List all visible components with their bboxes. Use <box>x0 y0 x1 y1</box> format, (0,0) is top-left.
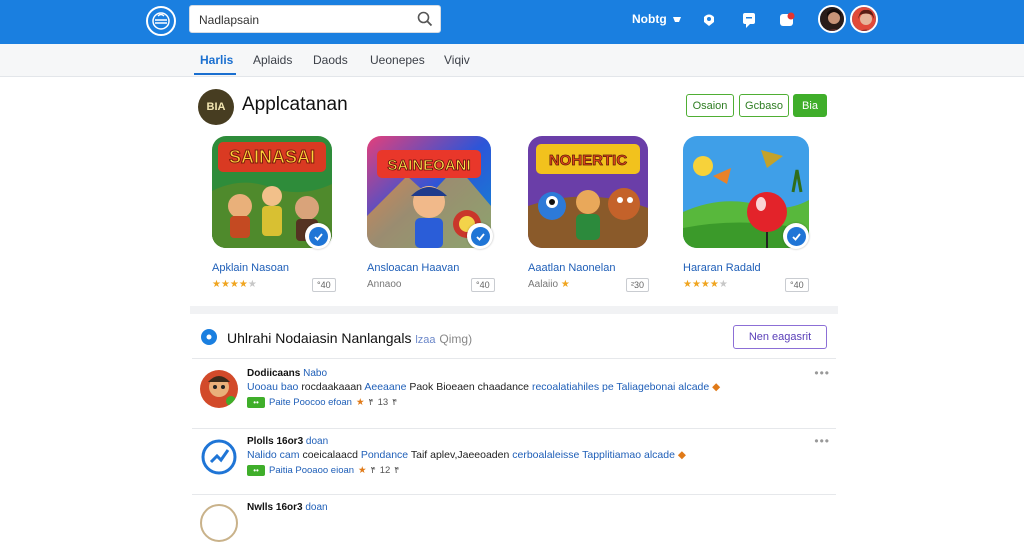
star-icon: ★ <box>358 465 367 476</box>
bia-button[interactable]: Bia <box>793 94 827 117</box>
row-title[interactable]: Nwlls 16or3 doan <box>247 502 328 513</box>
more-button[interactable]: Nen eagasrit <box>733 325 827 349</box>
app-name[interactable]: Apklain Nasoan <box>212 262 289 274</box>
search-input[interactable] <box>199 11 409 29</box>
row-description: Nalido cam coeicalaacd Pondance Taif apl… <box>247 449 686 461</box>
list-title-text: Uhlrahi Nodaiasin Nanlangals <box>227 330 412 346</box>
section-title: Applcatanan <box>242 94 348 115</box>
app-card[interactable]: SAINEOANI Ansloacan Haavan Annaoo °40 <box>367 136 527 296</box>
star-icon: ★ <box>560 279 570 290</box>
logo-icon[interactable] <box>146 6 176 36</box>
star-rating: ★★★★★ <box>683 279 728 290</box>
fire-icon: ◆ <box>712 381 721 393</box>
green-badge-icon: •• <box>247 397 265 408</box>
row-app-icon[interactable] <box>200 504 238 542</box>
app-name[interactable]: Hararan Radald <box>683 262 761 274</box>
tab-ueonepes[interactable]: Ueonepes <box>370 53 425 67</box>
more-options-icon[interactable]: ••• <box>814 434 830 448</box>
row-app-icon[interactable] <box>200 438 238 476</box>
list-title-sub: lzaa <box>415 334 436 346</box>
info-icon <box>201 329 217 345</box>
star-rating: ★★★★★ <box>212 279 257 290</box>
star-icon: ★ <box>355 397 365 408</box>
gcbaso-button[interactable]: Gcbaso <box>739 94 789 117</box>
app-name[interactable]: Ansloacan Haavan <box>367 262 459 274</box>
notification-icon[interactable] <box>776 9 798 31</box>
section-badge: BIA <box>198 89 234 125</box>
size-chip[interactable]: ²30 <box>626 278 650 292</box>
list-title: Uhlrahi Nodaiasin Nanlangals lzaa Qimg) <box>227 330 472 346</box>
row-meta: •• Paite Poocoo efoan ★ ۴ 13 ۴ <box>247 397 397 408</box>
row-divider <box>192 358 836 359</box>
rating: Aalaiio ★ <box>528 279 570 290</box>
search-box[interactable] <box>189 5 441 33</box>
app-card[interactable]: SAINASAI Apklain Nasoan ★★★★★ °40 <box>212 136 372 296</box>
tab-viqiv[interactable]: Viqiv <box>444 53 470 67</box>
nav-tabs: Harlis Aplaids Daods Ueonepes Viqiv <box>0 44 1024 77</box>
app-art-title: SAINASAI <box>229 147 315 167</box>
app-name[interactable]: Aaatlan Naonelan <box>528 262 615 274</box>
app-card[interactable]: NOHERTIC Aaatlan Naonelan Aalaiio ★ ²30 <box>528 136 688 296</box>
section-divider <box>190 306 838 314</box>
chat-icon[interactable] <box>738 9 760 31</box>
row-app-icon[interactable] <box>200 370 238 408</box>
verified-icon <box>783 223 809 249</box>
row-title[interactable]: Plolls 16or3 doan <box>247 436 328 447</box>
verified-icon <box>305 223 331 249</box>
tab-daods[interactable]: Daods <box>313 53 348 67</box>
avatar-secondary[interactable] <box>850 5 878 33</box>
bell-icon[interactable] <box>666 9 688 31</box>
share-icon[interactable] <box>698 9 720 31</box>
row-description: Uooau bao rocdaakaaan Aeeaane Paok Bioea… <box>247 381 721 393</box>
list-item[interactable]: Dodiicaans Nabo Uooau bao rocdaakaaan Ae… <box>192 360 836 426</box>
list-title-light: Qimg) <box>439 332 473 346</box>
tab-harlis[interactable]: Harlis <box>200 53 233 67</box>
search-icon[interactable] <box>417 11 433 32</box>
fire-icon: ◆ <box>677 449 686 461</box>
more-options-icon[interactable]: ••• <box>814 366 830 380</box>
app-artwork[interactable]: NOHERTIC <box>528 136 648 248</box>
list-item[interactable]: Nwlls 16or3 doan <box>192 494 836 560</box>
row-title[interactable]: Dodiicaans Nabo <box>247 368 327 379</box>
avatar[interactable] <box>818 5 846 33</box>
list-item[interactable]: Plolls 16or3 doan Nalido cam coeicalaacd… <box>192 428 836 494</box>
size-chip[interactable]: °40 <box>471 278 495 292</box>
verified-icon <box>467 223 493 249</box>
green-badge-icon: •• <box>247 465 265 476</box>
app-art-title: NOHERTIC <box>549 152 628 169</box>
row-meta: •• Paitia Pooaoo eioan ★ ۴ 12 ۴ <box>247 465 399 476</box>
tab-aplaids[interactable]: Aplaids <box>253 53 292 67</box>
osaion-button[interactable]: Osaion <box>686 94 734 117</box>
header-link[interactable]: Nobtg <box>632 12 667 26</box>
rating-text: Annaoo <box>367 279 402 290</box>
rating-text: Aalaiio <box>528 279 559 290</box>
app-card[interactable]: Hararan Radald ★★★★★ °40 <box>683 136 843 296</box>
active-tab-indicator <box>194 73 236 75</box>
app-art-title: SAINEOANI <box>387 157 470 174</box>
top-header: Nobtg <box>0 0 1024 44</box>
size-chip[interactable]: °40 <box>785 278 809 292</box>
size-chip[interactable]: °40 <box>312 278 336 292</box>
